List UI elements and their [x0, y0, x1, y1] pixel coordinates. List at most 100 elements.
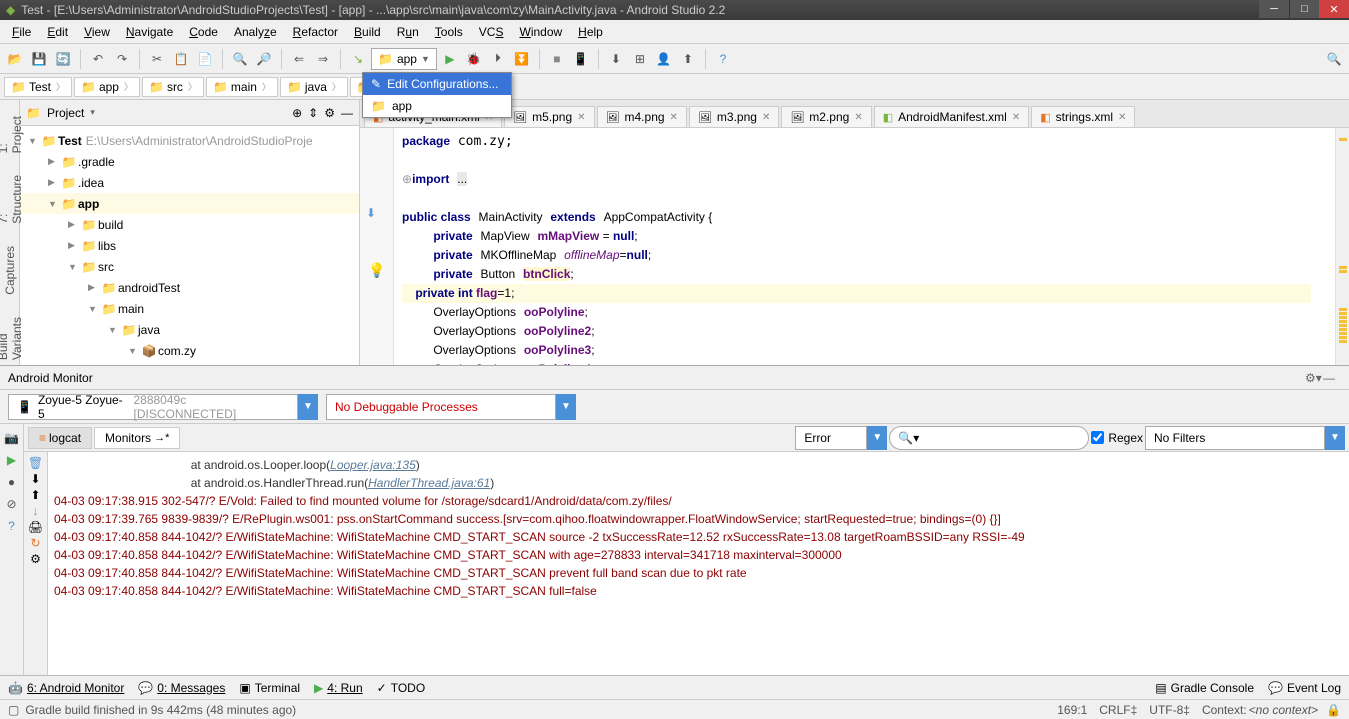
save-icon[interactable]: 💾	[28, 48, 50, 70]
tree-app[interactable]: ▼📁app	[20, 193, 359, 214]
menu-navigate[interactable]: Navigate	[118, 23, 181, 41]
copy-icon[interactable]: 📋	[170, 48, 192, 70]
sync-icon[interactable]: 🔄	[52, 48, 74, 70]
tab-strings[interactable]: ◧strings.xml✕	[1031, 106, 1135, 127]
tree-libs[interactable]: ▶📁libs	[20, 235, 359, 256]
hide-icon[interactable]: —	[341, 106, 353, 120]
maximize-button[interactable]: □	[1289, 0, 1319, 18]
code-editor[interactable]: package com.zy; ⊕import ... public class…	[394, 128, 1335, 365]
process-dropdown-icon[interactable]: ▼	[556, 394, 576, 420]
tool3-icon[interactable]: ⬆	[677, 48, 699, 70]
tab-todo[interactable]: ✓ TODO	[377, 681, 426, 695]
tree-root[interactable]: ▼📁TestE:\Users\Administrator\AndroidStud…	[20, 130, 359, 151]
run-config-dropdown[interactable]: 📁 app ▼	[371, 48, 437, 70]
menu-vcs[interactable]: VCS	[471, 23, 512, 41]
menu-help[interactable]: Help	[570, 23, 611, 41]
scroll-up-icon[interactable]: ⬆	[30, 488, 40, 502]
close-button[interactable]: ✕	[1319, 0, 1349, 18]
search-everywhere-icon[interactable]: 🔍	[1323, 48, 1345, 70]
tree-comzy[interactable]: ▼📦com.zy	[20, 340, 359, 361]
tree-idea[interactable]: ▶📁.idea	[20, 172, 359, 193]
menu-refactor[interactable]: Refactor	[285, 23, 346, 41]
panel-title[interactable]: Project	[47, 106, 84, 120]
attach-icon[interactable]: ⏬	[511, 48, 533, 70]
menu-build[interactable]: Build	[346, 23, 389, 41]
context-value[interactable]: <no context>	[1249, 703, 1318, 717]
tree-main[interactable]: ▼📁main	[20, 298, 359, 319]
forward-icon[interactable]: ⇒	[312, 48, 334, 70]
menu-code[interactable]: Code	[181, 23, 226, 41]
record-icon[interactable]: ▶	[2, 450, 22, 470]
tab-m3[interactable]: 🖼m3.png✕	[689, 106, 779, 127]
profile-icon[interactable]: ⏵	[487, 48, 509, 70]
scroll-end-icon[interactable]: ⬇	[30, 472, 40, 486]
tab-manifest[interactable]: ◧AndroidManifest.xml✕	[874, 106, 1030, 127]
tool2-icon[interactable]: 👤	[653, 48, 675, 70]
run-icon[interactable]: ▶	[439, 48, 461, 70]
tab-m2[interactable]: 🖼m2.png✕	[781, 106, 871, 127]
log-search-input[interactable]: 🔍▾	[889, 426, 1089, 450]
edit-configurations-item[interactable]: ✎Edit Configurations...	[363, 73, 511, 95]
screenshot-icon[interactable]: 📷	[2, 428, 22, 448]
clear-log-icon[interactable]: 🗑	[28, 456, 43, 470]
tab-messages[interactable]: 💬 0: Messages	[138, 681, 225, 695]
error-stripe[interactable]	[1335, 128, 1349, 365]
crumb-java[interactable]: 📁 java〉	[280, 77, 348, 97]
make-icon[interactable]: ↘	[347, 48, 369, 70]
encoding[interactable]: UTF-8‡	[1149, 703, 1190, 717]
tab-logcat[interactable]: ≡logcat	[28, 427, 92, 449]
minimize-button[interactable]: ─	[1259, 0, 1289, 18]
log-level-dropdown-icon[interactable]: ▼	[867, 426, 887, 450]
avd-icon[interactable]: 📱	[570, 48, 592, 70]
restart-icon[interactable]: ↻	[30, 536, 40, 550]
collapse-icon[interactable]: ⇕	[308, 106, 318, 120]
menu-run[interactable]: Run	[389, 23, 427, 41]
tab-captures[interactable]: Captures	[2, 240, 18, 301]
tab-m5[interactable]: 🖼m5.png✕	[504, 106, 594, 127]
tool1-icon[interactable]: ⊞	[629, 48, 651, 70]
config-app-item[interactable]: 📁app	[363, 95, 511, 117]
tree-java[interactable]: ▼📁java	[20, 319, 359, 340]
debug-icon[interactable]: 🐞	[463, 48, 485, 70]
tree-build[interactable]: ▶📁build	[20, 214, 359, 235]
crumb-test[interactable]: 📁 Test〉	[4, 77, 72, 97]
crumb-app[interactable]: 📁 app〉	[74, 77, 140, 97]
crumb-main[interactable]: 📁 main〉	[206, 77, 278, 97]
stop-icon[interactable]: ■	[546, 48, 568, 70]
replace-icon[interactable]: 🔎	[253, 48, 275, 70]
redo-icon[interactable]: ↷	[111, 48, 133, 70]
crumb-src[interactable]: 📁 src〉	[142, 77, 204, 97]
menu-view[interactable]: View	[76, 23, 118, 41]
regex-checkbox[interactable]: Regex	[1091, 431, 1143, 445]
gear-icon[interactable]: ⚙▾	[1305, 371, 1323, 385]
filter-selector[interactable]: No Filters	[1145, 426, 1325, 450]
menu-tools[interactable]: Tools	[427, 23, 471, 41]
menu-window[interactable]: Window	[511, 23, 570, 41]
menu-file[interactable]: FFileile	[4, 23, 39, 41]
hide-monitor-icon[interactable]: —	[1323, 371, 1341, 385]
device-dropdown-icon[interactable]: ▼	[298, 394, 318, 420]
process-selector[interactable]: No Debuggable Processes	[326, 394, 556, 420]
soft-wrap-icon[interactable]: ↓	[33, 504, 39, 518]
tree-androidtest[interactable]: ▶📁androidTest	[20, 277, 359, 298]
system-info-icon[interactable]: ●	[2, 472, 22, 492]
tab-run[interactable]: ▶ 4: Run	[314, 681, 363, 695]
tab-gradle-console[interactable]: ▤ Gradle Console	[1155, 681, 1254, 695]
tab-monitors[interactable]: Monitors →*	[94, 427, 180, 449]
tab-project[interactable]: 1: Project	[0, 110, 25, 159]
device-selector[interactable]: 📱 Zoyue-5 Zoyue-5 2888049c [DISCONNECTED…	[8, 394, 298, 420]
menu-analyze[interactable]: Analyze	[226, 23, 285, 41]
tab-terminal[interactable]: ▣ Terminal	[239, 681, 300, 695]
terminate-icon[interactable]: ⊘	[2, 494, 22, 514]
filter-dropdown-icon[interactable]: ▼	[1325, 426, 1345, 450]
tree-src[interactable]: ▼📁src	[20, 256, 359, 277]
locate-icon[interactable]: ⊕	[292, 106, 302, 120]
settings-icon[interactable]: ⚙	[324, 106, 335, 120]
print-icon[interactable]: 🖨	[28, 520, 43, 534]
menu-edit[interactable]: Edit	[39, 23, 76, 41]
sdk-icon[interactable]: ⬇	[605, 48, 627, 70]
line-sep[interactable]: CRLF‡	[1099, 703, 1137, 717]
tab-android-monitor[interactable]: 🤖 6: Android Monitor	[8, 681, 124, 695]
override-icon[interactable]: ⬇	[366, 206, 376, 220]
back-icon[interactable]: ⇐	[288, 48, 310, 70]
